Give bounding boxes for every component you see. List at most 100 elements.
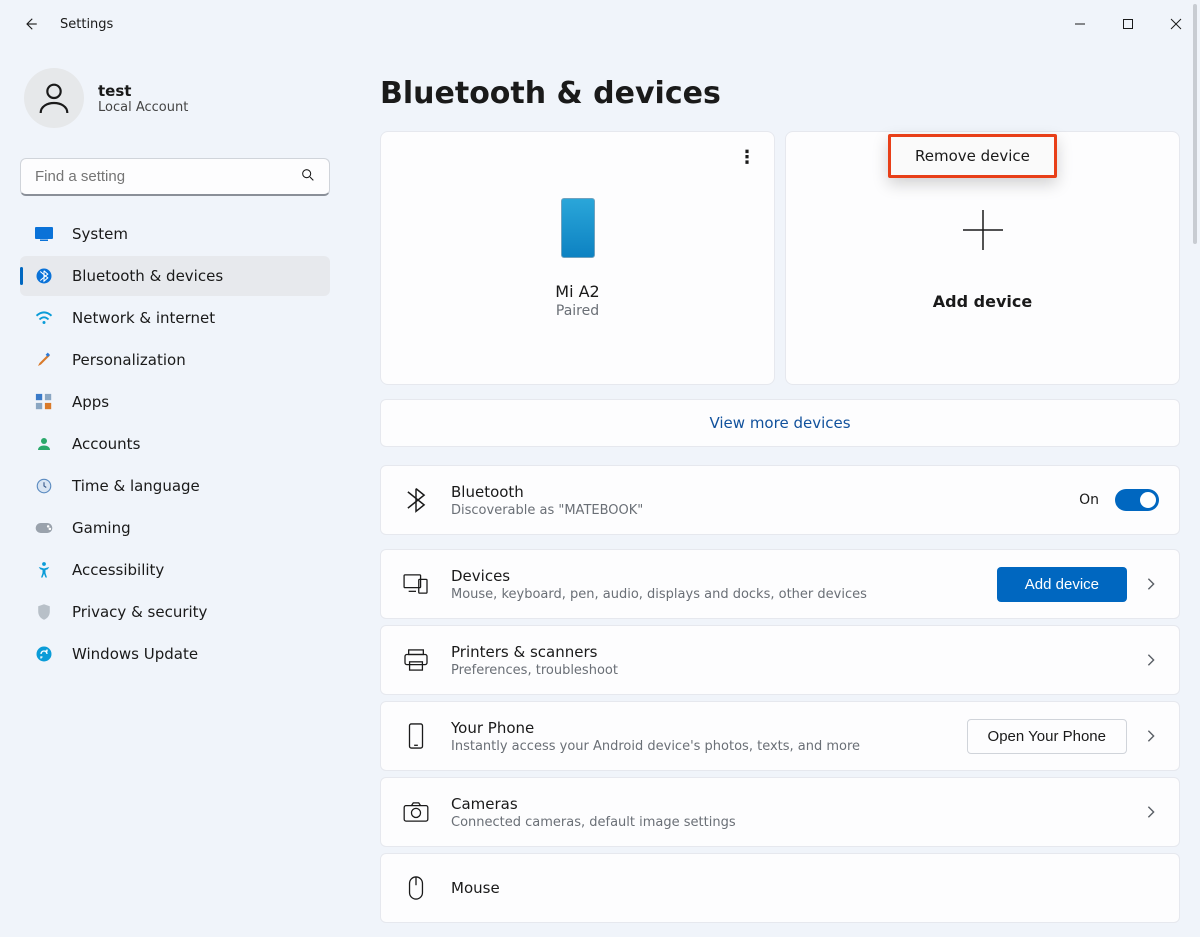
sidebar-item-system[interactable]: System [20, 214, 330, 254]
cameras-actions [1143, 805, 1159, 819]
gamepad-icon [34, 518, 54, 538]
mouse-title: Mouse [451, 879, 1159, 897]
cameras-subtitle: Connected cameras, default image setting… [451, 815, 1143, 830]
sidebar-item-label: Accounts [72, 435, 140, 453]
devices-panel[interactable]: Devices Mouse, keyboard, pen, audio, dis… [380, 549, 1180, 619]
device-more-button[interactable]: ⋮ [736, 146, 758, 168]
chevron-right-icon [1143, 729, 1159, 743]
profile-name: test [98, 82, 188, 100]
bluetooth-icon [34, 266, 54, 286]
device-status: Paired [556, 303, 599, 319]
phone-subtitle: Instantly access your Android device's p… [451, 739, 967, 754]
phone-icon [561, 198, 595, 258]
printers-panel[interactable]: Printers & scanners Preferences, trouble… [380, 625, 1180, 695]
sidebar-item-label: Network & internet [72, 309, 215, 327]
sidebar-item-label: System [72, 225, 128, 243]
devices-subtitle: Mouse, keyboard, pen, audio, displays an… [451, 587, 997, 602]
cameras-title: Cameras [451, 795, 1143, 813]
phone-text: Your Phone Instantly access your Android… [451, 719, 967, 754]
add-device-label: Add device [933, 292, 1032, 311]
settings-window: Settings test L [0, 0, 1200, 937]
titlebar: Settings [0, 0, 1200, 48]
sidebar-item-label: Bluetooth & devices [72, 267, 223, 285]
profile[interactable]: test Local Account [20, 58, 330, 152]
wifi-icon [34, 308, 54, 328]
sidebar-item-accessibility[interactable]: Accessibility [20, 550, 330, 590]
device-name: Mi A2 [555, 282, 599, 301]
printers-actions [1143, 653, 1159, 667]
scrollbar[interactable] [1193, 4, 1197, 244]
remove-device-menu-item[interactable]: Remove device [888, 134, 1057, 178]
devices-actions: Add device [997, 567, 1159, 602]
clock-icon [34, 476, 54, 496]
search [20, 158, 330, 196]
paired-device-card[interactable]: ⋮ Mi A2 Paired [380, 131, 775, 385]
content: test Local Account System [0, 48, 1200, 937]
update-icon [34, 644, 54, 664]
window-title: Settings [60, 17, 113, 32]
sidebar-item-label: Apps [72, 393, 109, 411]
toggle-state-label: On [1079, 492, 1099, 508]
device-cards-row: ⋮ Mi A2 Paired Add device [380, 131, 1180, 385]
system-icon [34, 224, 54, 244]
open-your-phone-button[interactable]: Open Your Phone [967, 719, 1127, 754]
mouse-panel[interactable]: Mouse [380, 853, 1180, 923]
sidebar-item-update[interactable]: Windows Update [20, 634, 330, 674]
devices-title: Devices [451, 567, 997, 585]
apps-icon [34, 392, 54, 412]
bluetooth-toggle[interactable] [1115, 489, 1159, 511]
accounts-icon [34, 434, 54, 454]
printers-text: Printers & scanners Preferences, trouble… [451, 643, 1143, 678]
sidebar-item-network[interactable]: Network & internet [20, 298, 330, 338]
brush-icon [34, 350, 54, 370]
main-content: Bluetooth & devices ⋮ Mi A2 Paired Add d… [340, 48, 1200, 937]
search-icon [300, 167, 316, 187]
minimize-button[interactable] [1056, 6, 1104, 42]
bluetooth-title: Bluetooth [451, 483, 1079, 501]
view-more-devices-button[interactable]: View more devices [380, 399, 1180, 447]
chevron-right-icon [1143, 653, 1159, 667]
bluetooth-panel: Bluetooth Discoverable as "MATEBOOK" On [380, 465, 1180, 535]
cameras-panel[interactable]: Cameras Connected cameras, default image… [380, 777, 1180, 847]
bluetooth-subtitle: Discoverable as "MATEBOOK" [451, 503, 1079, 518]
phone-title: Your Phone [451, 719, 967, 737]
sidebar-item-personalization[interactable]: Personalization [20, 340, 330, 380]
profile-subtitle: Local Account [98, 100, 188, 115]
your-phone-panel[interactable]: Your Phone Instantly access your Android… [380, 701, 1180, 771]
sidebar-item-gaming[interactable]: Gaming [20, 508, 330, 548]
window-controls [1056, 6, 1200, 42]
maximize-button[interactable] [1104, 6, 1152, 42]
phone-panel-icon [401, 723, 431, 749]
sidebar-item-privacy[interactable]: Privacy & security [20, 592, 330, 632]
printers-title: Printers & scanners [451, 643, 1143, 661]
sidebar-nav: System Bluetooth & devices Network & int… [20, 214, 330, 674]
sidebar-item-label: Privacy & security [72, 603, 207, 621]
search-input[interactable] [20, 158, 330, 196]
printer-icon [401, 649, 431, 671]
plus-icon [959, 206, 1007, 258]
camera-icon [401, 802, 431, 822]
phone-actions: Open Your Phone [967, 719, 1159, 754]
page-title: Bluetooth & devices [380, 76, 1180, 111]
mouse-text: Mouse [451, 879, 1159, 897]
sidebar-item-apps[interactable]: Apps [20, 382, 330, 422]
sidebar-item-bluetooth[interactable]: Bluetooth & devices [20, 256, 330, 296]
back-button[interactable] [20, 14, 40, 34]
sidebar-item-label: Gaming [72, 519, 131, 537]
sidebar-item-label: Personalization [72, 351, 186, 369]
sidebar-item-time[interactable]: Time & language [20, 466, 330, 506]
profile-text: test Local Account [98, 82, 188, 115]
chevron-right-icon [1143, 805, 1159, 819]
sidebar-item-label: Accessibility [72, 561, 164, 579]
mouse-icon [401, 876, 431, 900]
devices-icon [401, 573, 431, 595]
sidebar-item-label: Time & language [72, 477, 200, 495]
sidebar-item-accounts[interactable]: Accounts [20, 424, 330, 464]
devices-text: Devices Mouse, keyboard, pen, audio, dis… [451, 567, 997, 602]
add-device-button[interactable]: Add device [997, 567, 1127, 602]
shield-icon [34, 602, 54, 622]
bluetooth-panel-text: Bluetooth Discoverable as "MATEBOOK" [451, 483, 1079, 518]
sidebar: test Local Account System [0, 48, 340, 937]
accessibility-icon [34, 560, 54, 580]
avatar [24, 68, 84, 128]
